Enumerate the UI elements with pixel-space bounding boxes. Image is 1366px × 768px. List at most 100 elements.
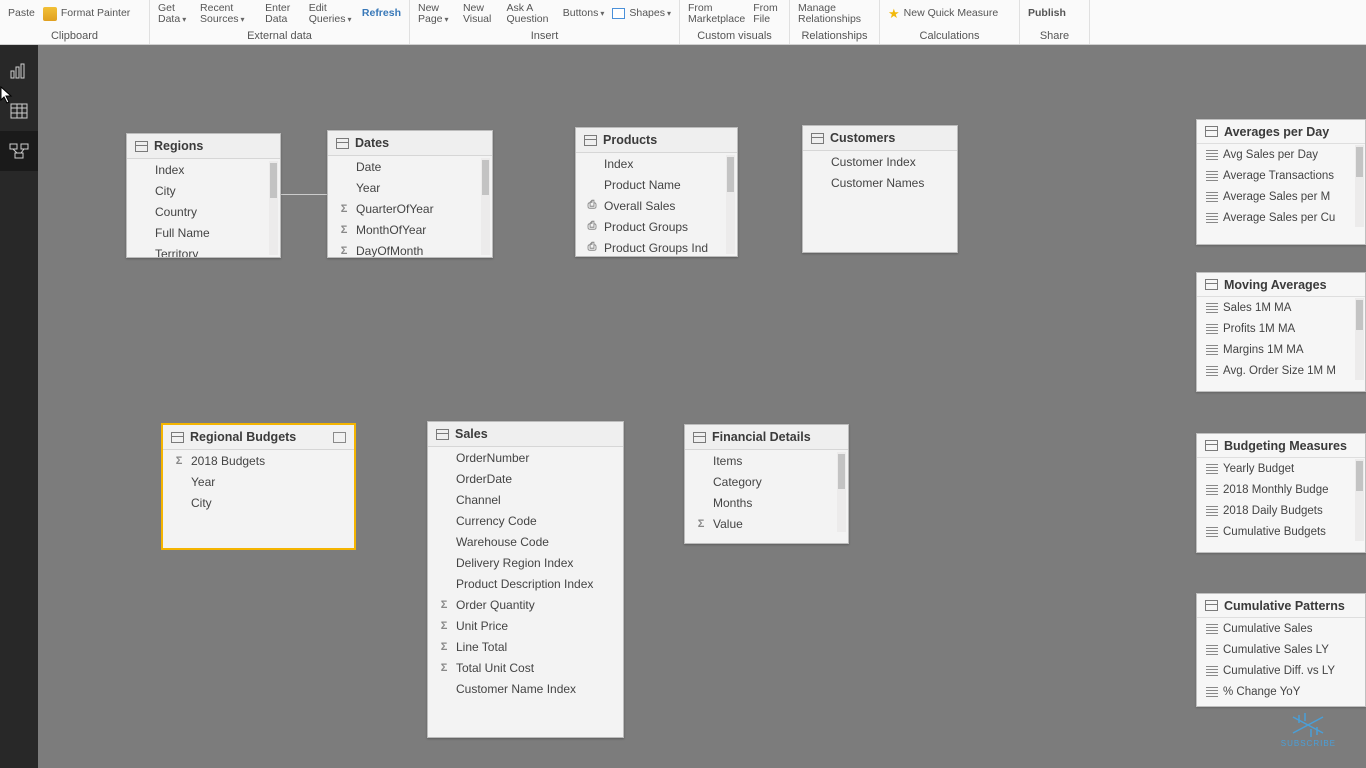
ask-question-button[interactable]: Ask A Question: [506, 3, 554, 25]
measure-group[interactable]: Moving AveragesSales 1M MAProfits 1M MAM…: [1196, 272, 1366, 392]
table-header[interactable]: Customers: [803, 126, 957, 151]
table-field[interactable]: Items: [685, 450, 848, 471]
table-field[interactable]: Full Name: [127, 222, 280, 243]
measure-group[interactable]: Averages per DayAvg Sales per DayAverage…: [1196, 119, 1366, 245]
measure-field[interactable]: Avg. Order Size 1M M: [1197, 360, 1365, 381]
from-marketplace-button[interactable]: From Marketplace: [688, 3, 745, 25]
table-field[interactable]: Product Name: [576, 174, 737, 195]
measure-field[interactable]: Margins 1M MA: [1197, 339, 1365, 360]
table-field[interactable]: Category: [685, 471, 848, 492]
measure-field[interactable]: Avg Sales per Day: [1197, 144, 1365, 165]
measure-group[interactable]: Cumulative PatternsCumulative SalesCumul…: [1196, 593, 1366, 707]
measure-field[interactable]: Sales 1M MA: [1197, 297, 1365, 318]
table-field[interactable]: ΣDayOfMonth: [328, 240, 492, 257]
table-field[interactable]: ΣValue: [685, 513, 848, 534]
table-field[interactable]: Country: [127, 201, 280, 222]
table-field[interactable]: Index: [127, 159, 280, 180]
new-visual-button[interactable]: New Visual: [463, 3, 499, 25]
measure-field[interactable]: Cumulative Diff. vs LY: [1197, 660, 1365, 681]
publish-button[interactable]: Publish: [1028, 8, 1066, 19]
table-financial[interactable]: Financial DetailsItemsCategoryMonthsΣVal…: [684, 424, 849, 544]
manage-relationships-button[interactable]: Manage Relationships: [798, 3, 871, 25]
scrollbar[interactable]: [269, 161, 278, 255]
measure-group-header[interactable]: Moving Averages: [1197, 273, 1365, 297]
recent-sources-button[interactable]: Recent Sources▾: [200, 3, 257, 25]
table-sales[interactable]: SalesOrderNumberOrderDateChannelCurrency…: [427, 421, 624, 738]
scrollbar[interactable]: [837, 452, 846, 532]
refresh-button[interactable]: Refresh: [362, 8, 401, 19]
data-view-button[interactable]: [0, 91, 38, 131]
table-field[interactable]: City: [163, 492, 354, 513]
table-dates[interactable]: DatesDateYearΣQuarterOfYearΣMonthOfYearΣ…: [327, 130, 493, 258]
table-field[interactable]: Customer Names: [803, 172, 957, 193]
scrollbar[interactable]: [1355, 298, 1364, 380]
measure-field[interactable]: Profits 1M MA: [1197, 318, 1365, 339]
scrollbar[interactable]: [726, 155, 735, 254]
measure-field[interactable]: Yearly Budget: [1197, 458, 1365, 479]
model-view-button[interactable]: [0, 131, 38, 171]
table-field[interactable]: ΣQuarterOfYear: [328, 198, 492, 219]
table-field[interactable]: ΣTotal Unit Cost: [428, 657, 623, 678]
scrollbar[interactable]: [1355, 145, 1364, 227]
measure-group-header[interactable]: Averages per Day: [1197, 120, 1365, 144]
table-field[interactable]: ⎙Overall Sales: [576, 195, 737, 216]
table-field[interactable]: Customer Name Index: [428, 678, 623, 699]
get-data-button[interactable]: Get Data▾: [158, 3, 192, 25]
measure-field[interactable]: 2018 Monthly Budge: [1197, 479, 1365, 500]
measure-field[interactable]: 2018 Daily Budgets: [1197, 500, 1365, 521]
table-field[interactable]: Σ2018 Budgets: [163, 450, 354, 471]
table-field[interactable]: Product Description Index: [428, 573, 623, 594]
table-regions[interactable]: RegionsIndexCityCountryFull NameTerritor…: [126, 133, 281, 258]
scrollbar[interactable]: [481, 158, 490, 255]
table-field[interactable]: Delivery Region Index: [428, 552, 623, 573]
table-field[interactable]: ⎙Product Groups: [576, 216, 737, 237]
report-view-button[interactable]: [0, 51, 38, 91]
table-customers[interactable]: CustomersCustomer IndexCustomer Names: [802, 125, 958, 253]
table-header[interactable]: Dates: [328, 131, 492, 156]
enter-data-button[interactable]: Enter Data: [265, 3, 301, 25]
buttons-button[interactable]: Buttons▾: [563, 8, 605, 19]
table-field[interactable]: ΣUnit Price: [428, 615, 623, 636]
model-canvas[interactable]: 1 * 1 * 1 * 1 * 1 * RegionsIndexCityCoun…: [38, 45, 1366, 768]
measure-field[interactable]: Average Sales per Cu: [1197, 207, 1365, 228]
measure-group-header[interactable]: Cumulative Patterns: [1197, 594, 1365, 618]
table-regional_budgets[interactable]: Regional BudgetsΣ2018 BudgetsYearCity: [161, 423, 356, 550]
measure-field[interactable]: Cumulative Sales: [1197, 618, 1365, 639]
table-field[interactable]: Date: [328, 156, 492, 177]
edit-queries-button[interactable]: Edit Queries▾: [309, 3, 354, 25]
new-page-button[interactable]: New Page▾: [418, 3, 455, 25]
table-field[interactable]: ΣOrder Quantity: [428, 594, 623, 615]
table-field[interactable]: Territory: [127, 243, 280, 257]
shapes-button[interactable]: Shapes▾: [612, 8, 671, 19]
measure-field[interactable]: % Change YoY: [1197, 681, 1365, 702]
table-field[interactable]: OrderDate: [428, 468, 623, 489]
table-field[interactable]: Year: [328, 177, 492, 198]
table-field[interactable]: Customer Index: [803, 151, 957, 172]
table-field[interactable]: Index: [576, 153, 737, 174]
table-header[interactable]: Sales: [428, 422, 623, 447]
measure-field[interactable]: Average Sales per M: [1197, 186, 1365, 207]
paste-button[interactable]: Paste: [8, 8, 35, 19]
table-field[interactable]: Currency Code: [428, 510, 623, 531]
measure-field[interactable]: Cumulative Sales LY: [1197, 639, 1365, 660]
table-field[interactable]: ΣMonthOfYear: [328, 219, 492, 240]
table-field[interactable]: City: [127, 180, 280, 201]
table-field[interactable]: Warehouse Code: [428, 531, 623, 552]
table-field[interactable]: Year: [163, 471, 354, 492]
table-header[interactable]: Products: [576, 128, 737, 153]
measure-field[interactable]: Cumulative Budgets: [1197, 521, 1365, 542]
measure-group[interactable]: Budgeting MeasuresYearly Budget2018 Mont…: [1196, 433, 1366, 553]
measure-group-header[interactable]: Budgeting Measures: [1197, 434, 1365, 458]
table-field[interactable]: ΣLine Total: [428, 636, 623, 657]
table-header[interactable]: Financial Details: [685, 425, 848, 450]
table-field[interactable]: OrderNumber: [428, 447, 623, 468]
table-options-icon[interactable]: [333, 432, 346, 443]
scrollbar[interactable]: [1355, 459, 1364, 541]
measure-field[interactable]: Average Transactions: [1197, 165, 1365, 186]
table-field[interactable]: Channel: [428, 489, 623, 510]
table-header[interactable]: Regional Budgets: [163, 425, 354, 450]
from-file-button[interactable]: From File: [753, 3, 781, 25]
format-painter-button[interactable]: Format Painter: [43, 7, 130, 21]
table-field[interactable]: ⎙Product Groups Ind: [576, 237, 737, 256]
table-field[interactable]: Months: [685, 492, 848, 513]
